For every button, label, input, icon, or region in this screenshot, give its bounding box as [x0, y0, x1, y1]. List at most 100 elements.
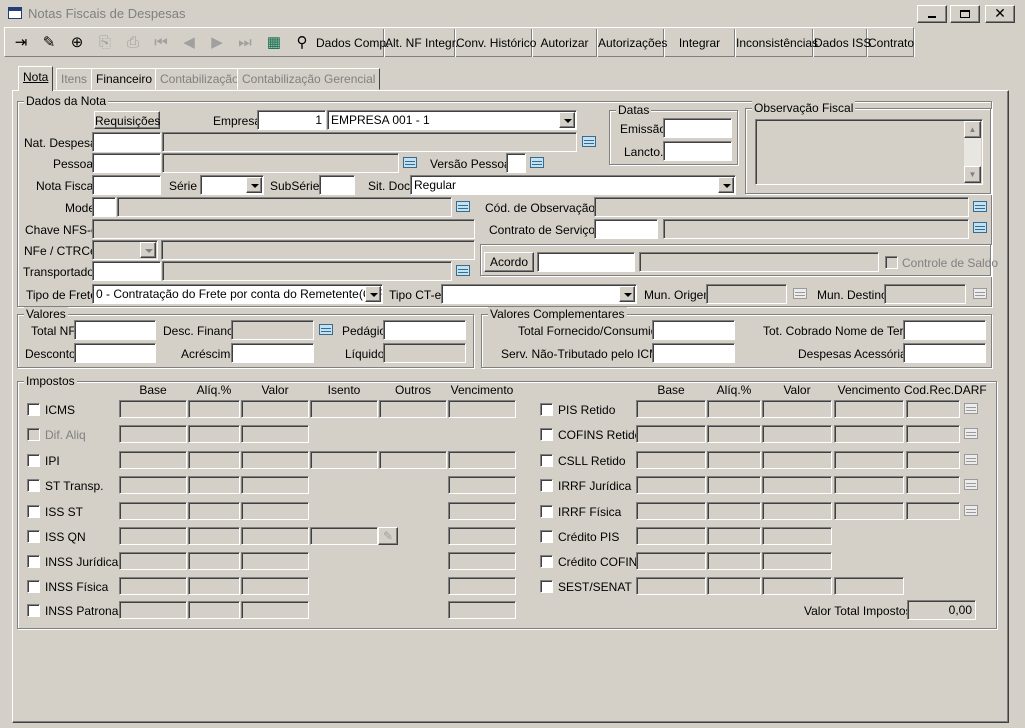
inss-patronal-checkbox[interactable] [27, 604, 40, 617]
transportador-code-field[interactable] [92, 261, 161, 281]
sest-senat-checkbox[interactable] [540, 580, 553, 593]
tipo-frete-select[interactable]: 0 - Contratação do Frete por conta do Re… [92, 284, 383, 304]
scroll-down-icon[interactable]: ▼ [964, 166, 981, 183]
iss-st-checkbox[interactable] [27, 505, 40, 518]
iss-st-vencimento-field [448, 502, 516, 520]
cofins-retido-lookup-icon[interactable] [961, 425, 981, 443]
ipi-checkbox[interactable] [27, 454, 40, 467]
close-button[interactable]: ✕ [985, 5, 1015, 23]
pedagio-field[interactable] [383, 320, 466, 340]
lancto-field[interactable] [663, 141, 732, 161]
iss-qn-checkbox[interactable] [27, 530, 40, 543]
dados-iss-button[interactable]: Dados ISS [814, 29, 871, 57]
credito-cofins-checkbox[interactable] [540, 555, 553, 568]
new-icon[interactable]: ⊕ [63, 29, 91, 57]
tab-contabilizacao-gerencial[interactable]: Contabilização Gerencial [237, 68, 381, 90]
icms-checkbox[interactable] [27, 403, 40, 416]
nota-fiscal-field[interactable] [92, 175, 161, 195]
versao-pessoa-field[interactable] [506, 153, 526, 173]
transportador-lookup-icon[interactable] [453, 262, 473, 280]
contrato-servico-code-field[interactable] [594, 219, 658, 239]
pessoa-code-field[interactable] [92, 153, 161, 173]
search-icon[interactable]: ⚲ [288, 29, 316, 57]
serie-dropdown-arrow[interactable] [246, 177, 262, 193]
autorizar-button[interactable]: Autorizar [533, 29, 597, 57]
pis-retido-lookup-icon[interactable] [961, 400, 981, 418]
acordo-code-field[interactable] [537, 252, 635, 272]
observacao-scrollbar[interactable]: ▲ ▼ [964, 121, 981, 183]
emissao-field[interactable] [663, 118, 732, 138]
next-record-icon[interactable]: ▶ [203, 29, 231, 57]
tipo-frete-dropdown-arrow[interactable] [365, 286, 381, 302]
alt-nf-integr-button[interactable]: Alt. NF Integr. [385, 29, 458, 57]
inss-fisica-checkbox[interactable] [27, 580, 40, 593]
iss-qn-edit-icon[interactable]: ✎ [378, 527, 398, 545]
empresa-select[interactable]: EMPRESA 001 - 1 [327, 110, 577, 130]
icms-base-field [119, 400, 187, 418]
observacao-fiscal-textarea[interactable] [755, 119, 983, 185]
irrf-fisica-lookup-icon[interactable] [961, 502, 981, 520]
requisicoes-button[interactable]: Requisições [94, 111, 160, 129]
st-transp-checkbox[interactable] [27, 479, 40, 492]
autorizacoes-button[interactable]: Autorizações [598, 29, 667, 57]
list-icon[interactable]: ▦ [260, 29, 288, 57]
previous-record-icon[interactable]: ◀ [175, 29, 203, 57]
contrato-button[interactable]: Contrato [868, 29, 914, 57]
despesas-acessorias-label: Despesas Acessórias [798, 347, 913, 361]
conv-historico-button[interactable]: Conv. Histórico [456, 29, 536, 57]
pis-retido-checkbox[interactable] [540, 403, 553, 416]
desc-financ-lookup-icon[interactable] [316, 321, 336, 339]
sit-doc-dropdown-arrow[interactable] [718, 177, 734, 193]
dif-aliq-checkbox[interactable] [27, 428, 40, 441]
modelo-lookup-icon[interactable] [453, 198, 473, 216]
cod-observacao-lookup-icon[interactable] [970, 198, 990, 216]
tab-itens[interactable]: Itens [56, 68, 93, 90]
irrf-juridica-lookup-icon[interactable] [961, 476, 981, 494]
versao-pessoa-lookup-icon[interactable] [527, 154, 547, 172]
inconsistencias-button[interactable]: Inconsistências [736, 29, 818, 57]
subserie-field[interactable] [319, 175, 355, 195]
acrescimo-field[interactable] [231, 343, 314, 363]
edit-icon[interactable]: ✎ [35, 29, 63, 57]
maximize-button[interactable] [950, 5, 980, 23]
valores-complementares-title: Valores Complementares [488, 307, 627, 321]
tab-contabilizacao[interactable]: Contabilização [155, 68, 244, 90]
tipo-cte-select[interactable] [441, 284, 637, 304]
scroll-up-icon[interactable]: ▲ [964, 121, 981, 138]
nat-despesa-code-field[interactable] [92, 132, 161, 152]
tab-nota[interactable]: Nota [18, 66, 54, 91]
csll-retido-lookup-icon[interactable] [961, 451, 981, 469]
irrf-juridica-checkbox[interactable] [540, 479, 553, 492]
dados-comp-button[interactable]: Dados Comp. [316, 29, 389, 57]
copy-icon[interactable]: ⎘ [91, 29, 119, 57]
acordo-button[interactable]: Acordo [484, 252, 534, 272]
nat-despesa-lookup-icon[interactable] [579, 133, 599, 151]
credito-pis-checkbox[interactable] [540, 530, 553, 543]
csll-retido-checkbox[interactable] [540, 454, 553, 467]
serv-nao-trib-field[interactable] [652, 343, 735, 363]
modelo-code-field[interactable] [92, 197, 116, 217]
ipi-vencimento-field [448, 451, 516, 469]
cofins-retido-checkbox[interactable] [540, 428, 553, 441]
contrato-servico-lookup-icon[interactable] [970, 219, 990, 237]
irrf-fisica-checkbox[interactable] [540, 505, 553, 518]
integrar-button[interactable]: Integrar [665, 29, 735, 57]
total-nf-field[interactable] [74, 320, 156, 340]
sit-doc-select[interactable]: Regular [410, 175, 736, 195]
first-record-icon[interactable]: ⏮ [147, 29, 175, 57]
despesas-acessorias-field[interactable] [903, 343, 986, 363]
tab-financeiro[interactable]: Financeiro [91, 68, 158, 90]
tipo-cte-dropdown-arrow[interactable] [619, 286, 635, 302]
total-fornecido-field[interactable] [652, 320, 735, 340]
exit-icon[interactable]: ⇥ [7, 29, 35, 57]
print-icon[interactable]: ⎙ [119, 29, 147, 57]
tot-cobrado-field[interactable] [903, 320, 986, 340]
inss-juridica-checkbox[interactable] [27, 555, 40, 568]
minimize-button[interactable] [917, 5, 947, 23]
empresa-dropdown-arrow[interactable] [559, 112, 575, 128]
desconto-field[interactable] [74, 343, 156, 363]
last-record-icon[interactable]: ⏭ [231, 29, 259, 57]
empresa-code-field[interactable]: 1 [257, 110, 326, 130]
controle-saldo-checkbox[interactable] [885, 256, 898, 269]
pessoa-lookup-icon[interactable] [400, 154, 420, 172]
